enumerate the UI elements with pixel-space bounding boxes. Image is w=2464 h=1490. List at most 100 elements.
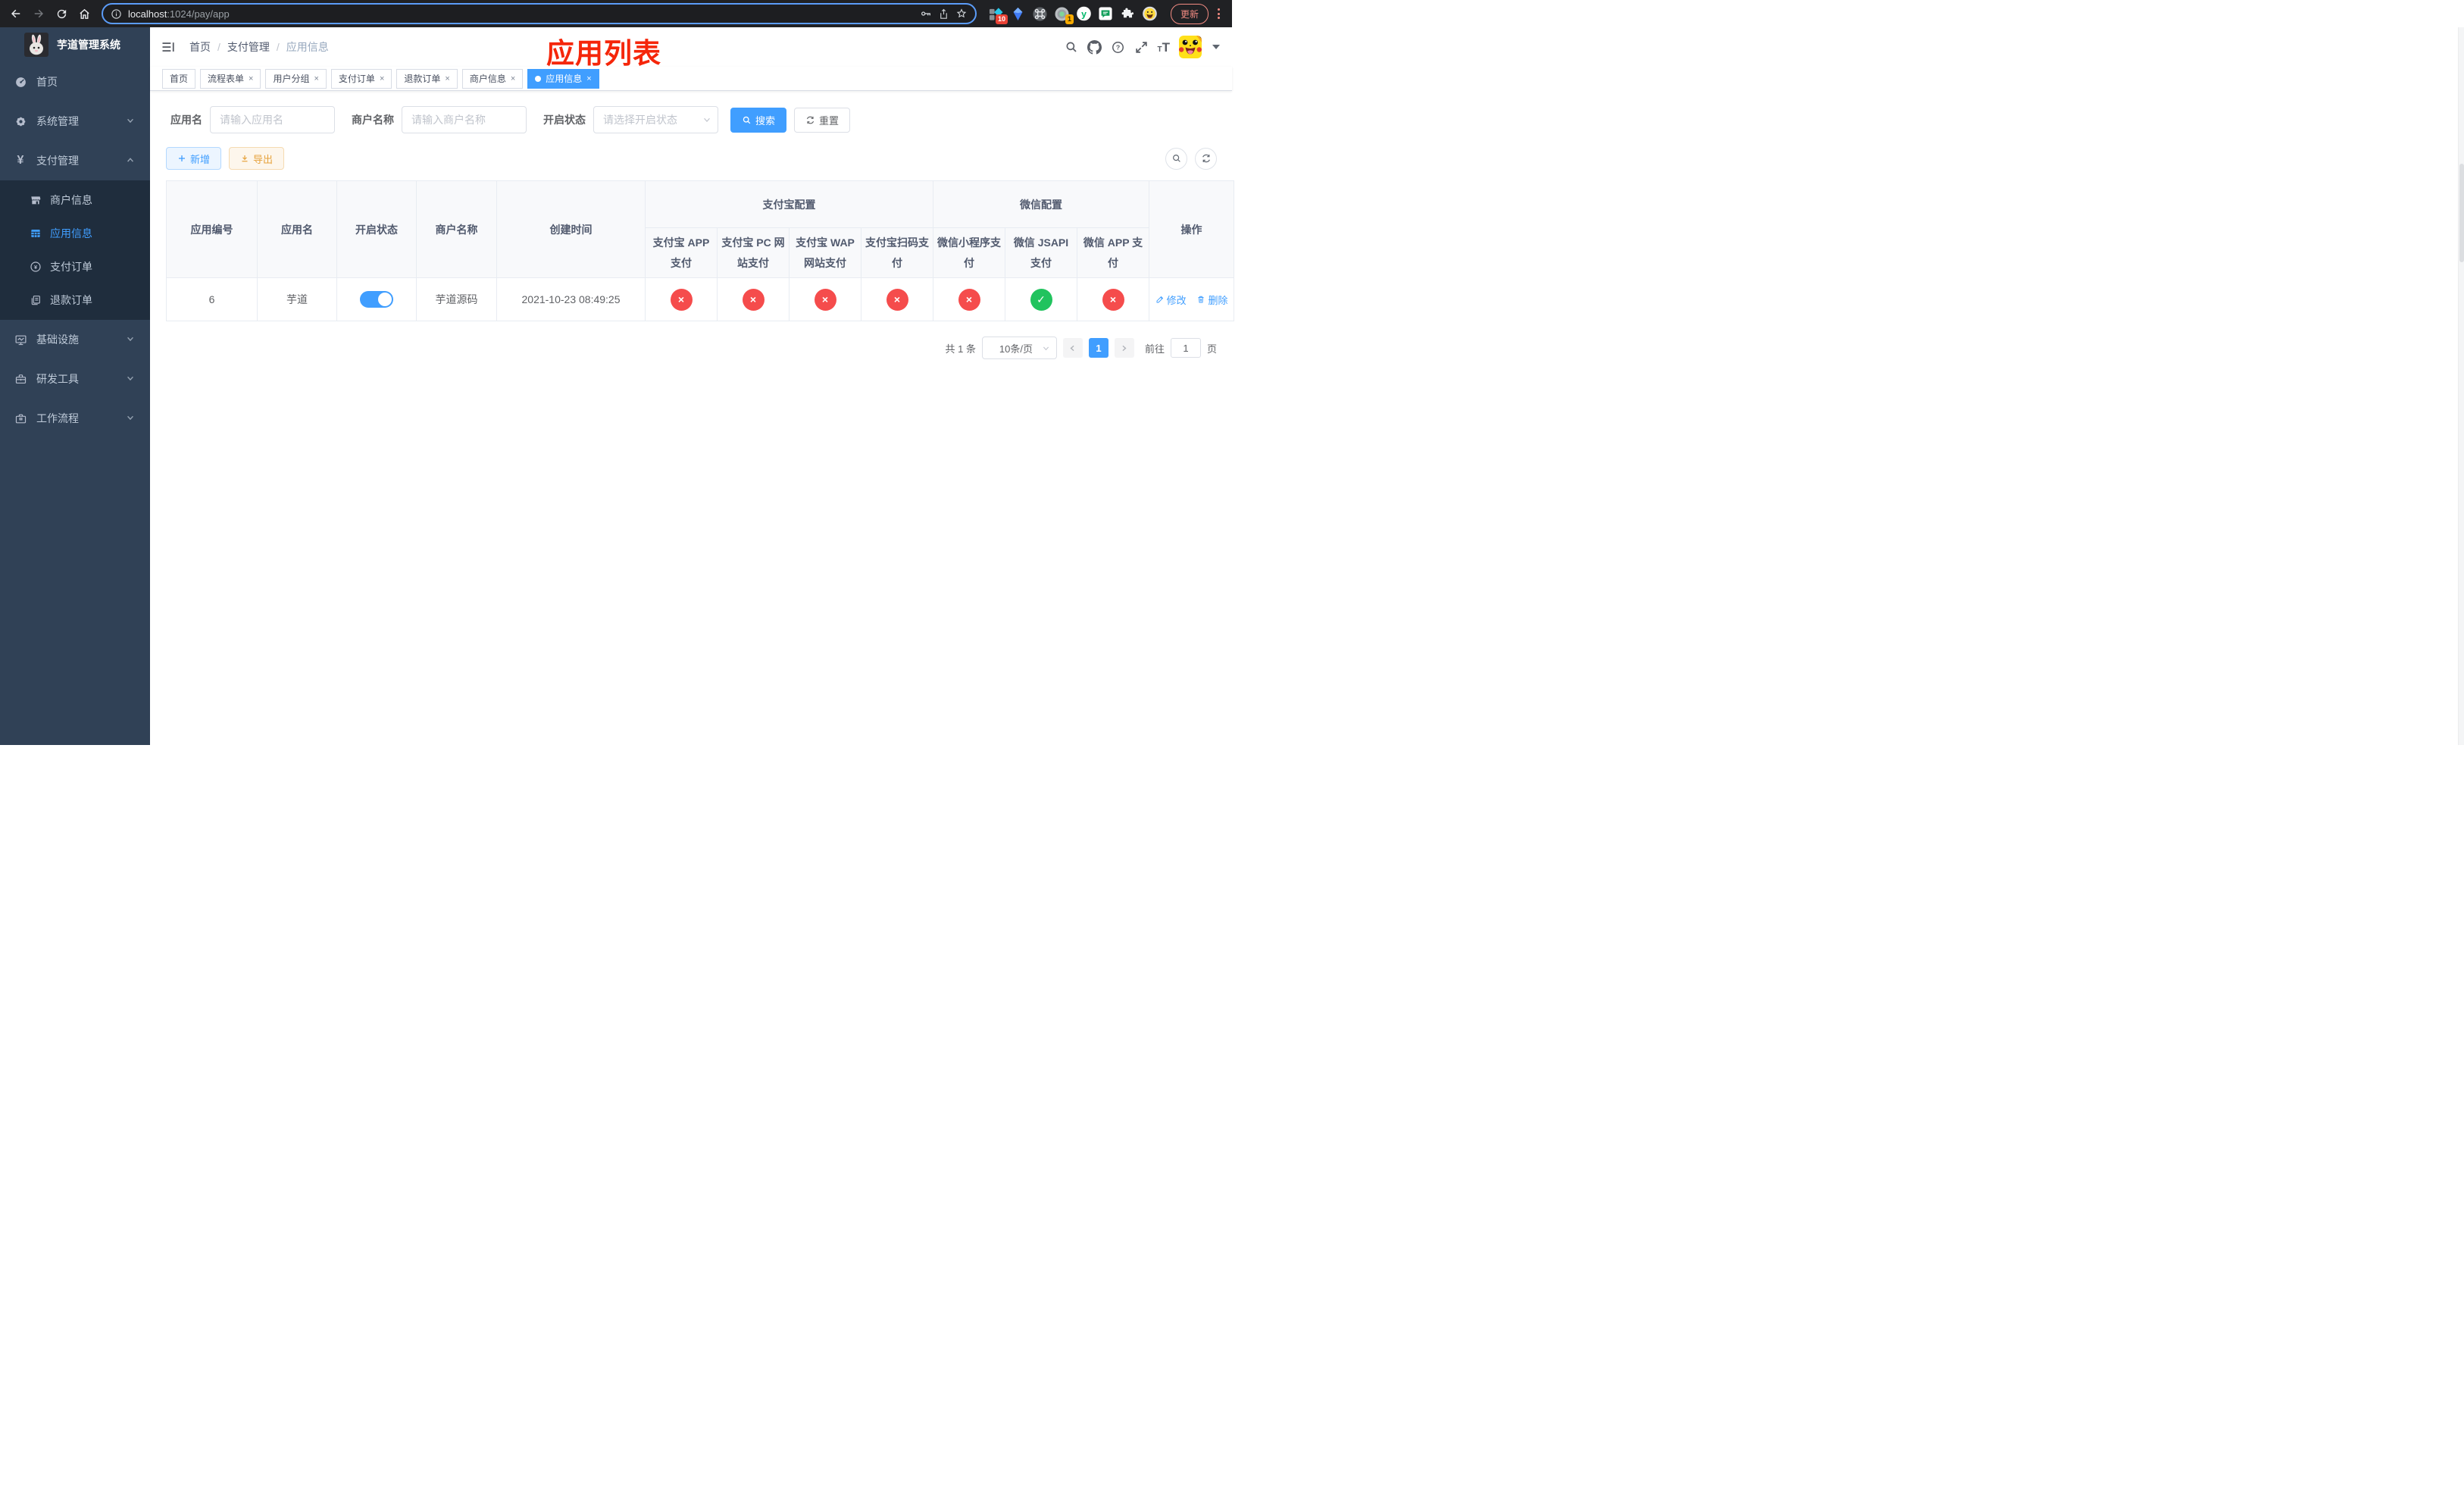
extension-chat-icon[interactable] — [1099, 7, 1113, 21]
close-icon[interactable]: × — [314, 74, 318, 83]
yen-icon: ¥ — [17, 154, 24, 167]
sidebar-item-refund-orders[interactable]: 退款订单 — [0, 283, 150, 317]
close-icon[interactable]: × — [511, 74, 515, 83]
tag-process-form[interactable]: 流程表单 × — [200, 68, 261, 89]
col-header-wechat-lite: 微信小程序支付 — [933, 227, 1005, 279]
tag-refund-orders[interactable]: 退款订单 × — [396, 68, 458, 89]
gear-icon — [14, 115, 27, 128]
chevron-up-icon — [126, 155, 135, 167]
extension-yuque-icon[interactable]: y — [1077, 6, 1091, 21]
close-icon[interactable]: × — [445, 74, 449, 83]
tag-app-info[interactable]: 应用信息 × — [527, 68, 599, 89]
extension-puzzle-icon[interactable] — [1121, 7, 1135, 21]
sidebar-item-dev-tools[interactable]: 研发工具 — [0, 359, 150, 399]
edit-link[interactable]: 修改 — [1155, 293, 1187, 307]
pencil-icon — [1156, 296, 1163, 303]
reset-button[interactable]: 重置 — [794, 107, 851, 133]
svg-text:?: ? — [1115, 43, 1119, 51]
sidebar-collapse-button[interactable] — [161, 39, 176, 55]
sidebar-item-workflow[interactable]: 工作流程 — [0, 399, 150, 438]
browser-update-button[interactable]: 更新 — [1170, 3, 1209, 24]
sidebar-logo[interactable]: 芋道管理系统 — [0, 27, 150, 62]
site-info-icon[interactable] — [111, 8, 122, 20]
breadcrumb-payment[interactable]: 支付管理 — [227, 39, 270, 55]
refresh-table-button[interactable] — [1195, 147, 1217, 170]
delete-link[interactable]: 删除 — [1196, 293, 1227, 307]
sidebar-item-payment[interactable]: ¥ 支付管理 — [0, 141, 150, 180]
address-bar[interactable]: localhost:1024/pay/app — [102, 3, 977, 24]
refresh-icon — [806, 116, 815, 124]
yen-circle-icon: ¥ — [29, 261, 42, 273]
tag-merchant-info[interactable]: 商户信息 × — [461, 68, 524, 89]
navbar-actions: ? TT — [1065, 36, 1220, 58]
merchant-name-input[interactable] — [402, 106, 527, 133]
cell-app-id: 6 — [166, 277, 258, 322]
browser-scrollbar[interactable] — [2458, 27, 2464, 745]
chevron-left-icon — [1070, 345, 1075, 351]
search-button[interactable]: 搜索 — [730, 107, 787, 133]
chevron-down-icon — [702, 115, 711, 124]
reset-button-label: 重置 — [819, 114, 840, 127]
add-button[interactable]: 新增 — [166, 147, 222, 170]
browser-home-button[interactable] — [74, 4, 94, 23]
next-page-button[interactable] — [1114, 338, 1134, 358]
enabled-toggle[interactable] — [360, 291, 393, 308]
tag-user-group[interactable]: 用户分组 × — [265, 68, 327, 89]
extension-badge: 10 — [995, 14, 1008, 24]
extension-command-icon[interactable] — [1033, 6, 1047, 21]
close-icon[interactable]: × — [380, 74, 384, 83]
header-search-icon[interactable] — [1065, 40, 1078, 54]
rabbit-logo-icon — [24, 33, 48, 57]
avatar-dropdown-caret[interactable] — [1212, 45, 1220, 49]
tag-label: 应用信息 — [546, 74, 583, 84]
app-table: 应用编号 应用名 开启状态 商户名称 创建时间 支付宝配置 微信配置 操作 支付… — [166, 180, 1235, 322]
status-select[interactable]: 请选择开启状态 — [593, 106, 718, 133]
sidebar-item-label: 退款订单 — [50, 294, 92, 306]
browser-forward-button[interactable] — [29, 4, 48, 23]
browser-menu-button[interactable] — [1212, 8, 1226, 19]
user-avatar[interactable] — [1179, 36, 1202, 58]
browser-back-button[interactable] — [6, 4, 26, 23]
github-icon[interactable] — [1087, 39, 1102, 55]
browser-toolbar: localhost:1024/pay/app 10 1 y 更新 — [0, 0, 1232, 27]
col-header-wechat-jsapi: 微信 JSAPI 支付 — [1005, 227, 1077, 279]
share-icon[interactable] — [938, 8, 949, 20]
font-size-icon[interactable]: TT — [1158, 41, 1171, 54]
help-icon[interactable]: ? — [1111, 40, 1125, 55]
close-icon[interactable]: × — [249, 74, 253, 83]
cell-merchant: 芋道源码 — [416, 277, 497, 322]
extension-emoji-icon[interactable] — [1143, 6, 1157, 21]
extension-tray: 10 1 y — [984, 6, 1162, 24]
svg-text:y: y — [1081, 8, 1087, 19]
sidebar-item-home[interactable]: 首页 — [0, 62, 150, 102]
tag-pay-orders[interactable]: 支付订单 × — [330, 68, 392, 89]
active-dot-icon — [535, 75, 542, 82]
page-number-button[interactable]: 1 — [1088, 338, 1108, 358]
sidebar-item-pay-orders[interactable]: ¥ 支付订单 — [0, 250, 150, 283]
extension-grey-circle-icon[interactable]: 1 — [1055, 6, 1074, 24]
sidebar-item-system[interactable]: 系统管理 — [0, 102, 150, 141]
scrollbar-thumb[interactable] — [2459, 164, 2464, 262]
sidebar-item-merchant-info[interactable]: 商户信息 — [0, 183, 150, 217]
extension-squares-diamond-icon[interactable]: 10 — [989, 7, 1008, 24]
col-header-alipay-qr: 支付宝扫码支付 — [861, 227, 933, 279]
breadcrumb-home[interactable]: 首页 — [189, 39, 211, 55]
bookmark-star-icon[interactable] — [955, 8, 968, 20]
show-search-button[interactable] — [1165, 147, 1187, 170]
fullscreen-icon[interactable] — [1134, 40, 1149, 55]
prev-page-button[interactable] — [1062, 338, 1083, 358]
col-header-wechat-app: 微信 APP 支付 — [1076, 227, 1150, 279]
browser-reload-button[interactable] — [52, 4, 71, 23]
close-icon[interactable]: × — [586, 74, 591, 83]
sidebar-item-app-info[interactable]: 应用信息 — [0, 217, 150, 250]
sidebar-item-infrastructure[interactable]: 基础设施 — [0, 320, 150, 359]
tag-home[interactable]: 首页 — [162, 68, 196, 89]
app-name-input[interactable] — [210, 106, 335, 133]
password-key-icon[interactable] — [920, 8, 932, 20]
page-size-select[interactable]: 10条/页 — [981, 337, 1057, 360]
export-button[interactable]: 导出 — [229, 147, 285, 170]
sidebar-item-label: 支付管理 — [36, 155, 79, 167]
sidebar-item-label: 基础设施 — [36, 333, 79, 346]
goto-page-input[interactable] — [1170, 338, 1201, 358]
extension-blue-kite-icon[interactable] — [1011, 7, 1025, 21]
